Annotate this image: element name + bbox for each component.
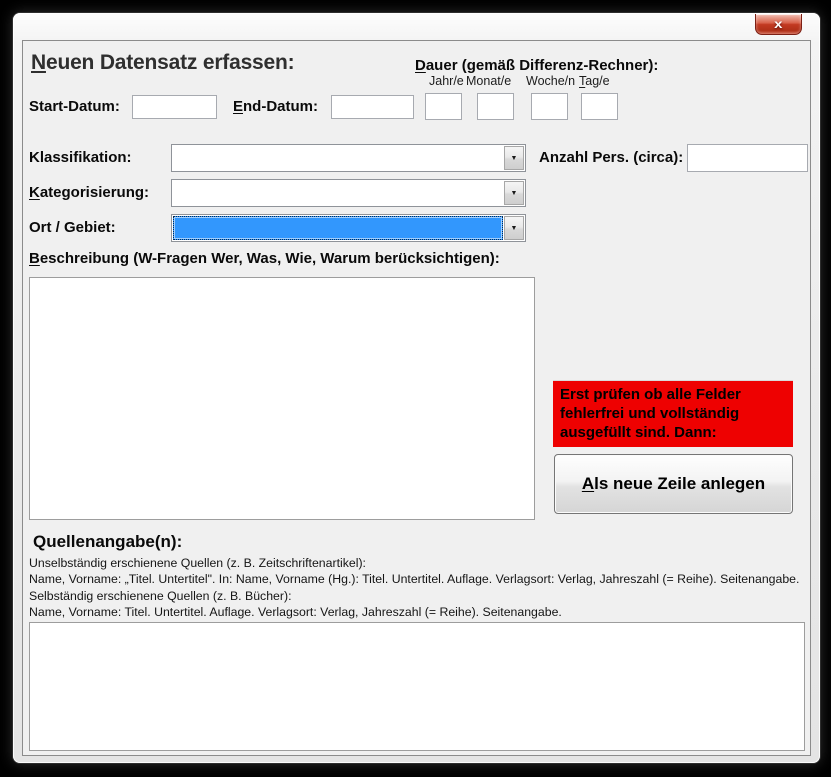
- beschreibung-label: Beschreibung (W-Fragen Wer, Was, Wie, Wa…: [29, 250, 500, 267]
- beschreibung-textarea[interactable]: [29, 277, 535, 520]
- tag-input[interactable]: [581, 93, 618, 120]
- end-datum-label: End-Datum:: [233, 98, 318, 115]
- validation-notice-line: Erst prüfen ob alle Felder: [560, 385, 786, 404]
- anzahl-pers-input[interactable]: [687, 144, 808, 172]
- source-format-line: Selbständig erschienene Quellen (z. B. B…: [29, 588, 809, 604]
- klassifikation-dropdown-button[interactable]: ▼: [504, 146, 524, 170]
- close-icon: x: [774, 18, 782, 30]
- end-datum-input[interactable]: [331, 95, 414, 119]
- add-row-button[interactable]: Als neue Zeile anlegen: [554, 454, 793, 514]
- source-format-line: Name, Vorname: Titel. Untertitel. Auflag…: [29, 604, 809, 620]
- klassifikation-combobox-value: [173, 146, 503, 170]
- kategorisierung-dropdown-button[interactable]: ▼: [504, 181, 524, 205]
- anzahl-pers-label: Anzahl Pers. (circa):: [539, 149, 683, 166]
- validation-notice-line: fehlerfrei und vollständig: [560, 404, 786, 423]
- monat-input[interactable]: [477, 93, 514, 120]
- duration-section-label: Dauer (gemäß Differenz-Rechner):: [415, 57, 658, 74]
- kategorisierung-combobox[interactable]: ▼: [171, 179, 526, 207]
- chevron-down-icon: ▼: [511, 190, 518, 197]
- quellenangabe-textarea[interactable]: [29, 622, 805, 751]
- monat-label: Monat/e: [466, 74, 511, 88]
- form-area: Neuen Datensatz erfassen: Dauer (gemäß D…: [22, 40, 811, 756]
- source-format-help: Unselbständig erschienene Quellen (z. B.…: [29, 555, 809, 620]
- ort-gebiet-combobox-value: [173, 216, 503, 240]
- woche-label: Woche/n: [526, 74, 575, 88]
- close-button[interactable]: x: [755, 14, 802, 35]
- start-datum-input[interactable]: [132, 95, 217, 119]
- dialog-window: x Neuen Datensatz erfassen: Dauer (gemäß…: [13, 13, 820, 763]
- klassifikation-label: Klassifikation:: [29, 149, 132, 166]
- ort-gebiet-dropdown-button[interactable]: ▼: [504, 216, 524, 240]
- woche-input[interactable]: [531, 93, 568, 120]
- validation-notice-line: ausgefüllt sind. Dann:: [560, 423, 786, 442]
- jahr-input[interactable]: [425, 93, 462, 120]
- jahr-label: Jahr/e: [429, 74, 464, 88]
- source-format-line: Name, Vorname: „Titel. Untertitel". In: …: [29, 571, 809, 587]
- page-title: Neuen Datensatz erfassen:: [31, 51, 294, 75]
- validation-notice: Erst prüfen ob alle Felder fehlerfrei un…: [553, 381, 793, 447]
- quellenangabe-heading: Quellenangabe(n):: [33, 532, 182, 552]
- title-bar[interactable]: x: [13, 13, 820, 39]
- kategorisierung-combobox-value: [173, 181, 503, 205]
- source-format-line: Unselbständig erschienene Quellen (z. B.…: [29, 555, 809, 571]
- klassifikation-combobox[interactable]: ▼: [171, 144, 526, 172]
- kategorisierung-label: Kategorisierung:: [29, 184, 149, 201]
- start-datum-label: Start-Datum:: [29, 98, 120, 115]
- tag-label: Tag/e: [579, 74, 610, 88]
- chevron-down-icon: ▼: [511, 155, 518, 162]
- ort-gebiet-label: Ort / Gebiet:: [29, 219, 116, 236]
- ort-gebiet-combobox[interactable]: ▼: [171, 214, 526, 242]
- chevron-down-icon: ▼: [511, 225, 518, 232]
